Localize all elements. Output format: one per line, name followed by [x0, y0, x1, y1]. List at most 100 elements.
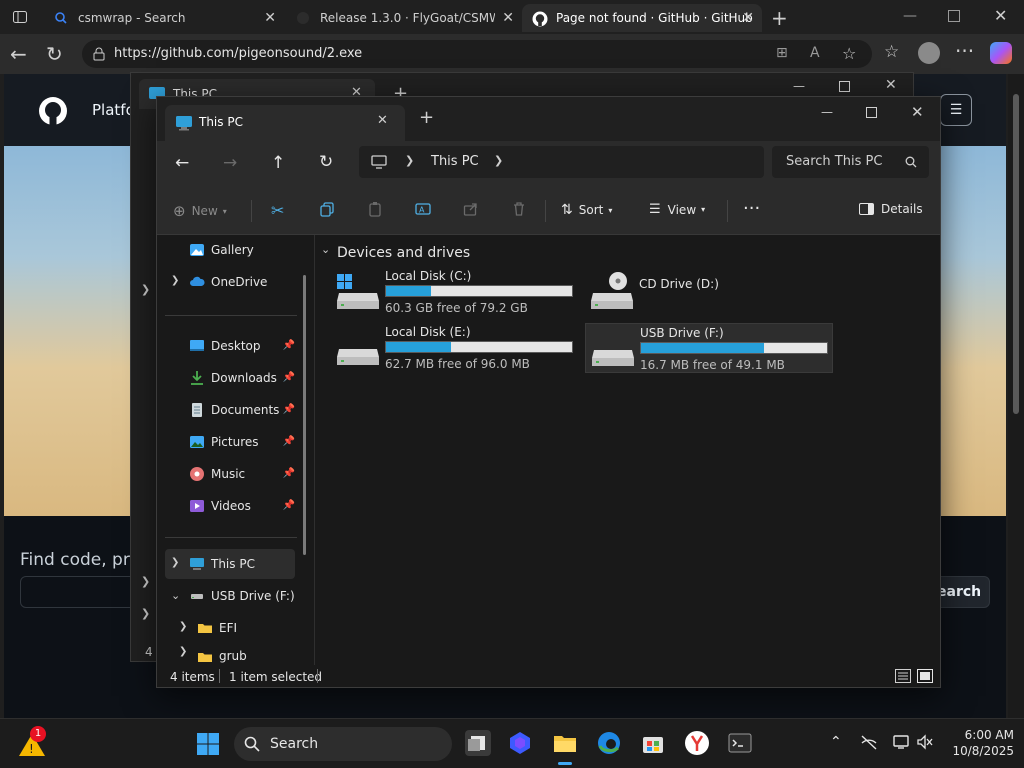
volume-muted-icon[interactable] [916, 734, 934, 750]
rename-icon[interactable]: A [415, 201, 431, 217]
sidebar-item-downloads[interactable]: Downloads 📌 [165, 363, 295, 393]
close-icon[interactable]: ✕ [742, 10, 754, 26]
task-view-icon[interactable] [465, 730, 491, 756]
paste-icon[interactable] [367, 201, 383, 217]
sidebar-item-grub[interactable]: ❯ grub [173, 645, 303, 665]
new-tab-icon[interactable]: + [419, 107, 434, 128]
file-explorer-icon[interactable] [552, 730, 578, 756]
weather-widget[interactable]: ! 1 [18, 726, 48, 758]
maximize-icon[interactable] [866, 107, 877, 118]
copy-icon[interactable] [319, 201, 335, 217]
view-button[interactable]: ☰ View ▾ [649, 202, 705, 217]
chevron-down-icon[interactable]: ⌄ [171, 589, 180, 602]
minimize-icon[interactable]: — [821, 105, 833, 119]
clock[interactable]: 6:00 AM 10/8/2025 [944, 727, 1014, 763]
sidebar-item-efi[interactable]: ❯ EFI [173, 613, 303, 643]
restore-icon[interactable] [948, 10, 960, 22]
forward-arrow-icon[interactable]: → [223, 153, 237, 173]
sidebar-item-documents[interactable]: Documents 📌 [165, 395, 295, 425]
address-bar[interactable]: https://github.com/pigeonsound/2.exe ⊞ A… [82, 40, 872, 68]
browser-tab-release[interactable]: Release 1.3.0 · FlyGoat/CSMWrap ✕ [286, 4, 522, 32]
chevron-right-icon[interactable]: ❯ [171, 557, 179, 568]
github-menu-icon[interactable]: ☰ [940, 94, 972, 126]
yandex-browser-icon[interactable] [684, 730, 710, 756]
chevron-right-icon[interactable]: ❯ [494, 154, 503, 167]
details-button[interactable]: Details [859, 202, 923, 216]
pin-icon[interactable]: 📌 [283, 500, 295, 511]
read-aloud-icon[interactable]: A [810, 45, 820, 61]
github-logo-icon[interactable] [38, 96, 68, 126]
maximize-icon[interactable] [839, 81, 850, 92]
favorites-bar-icon[interactable]: ☆ [884, 42, 899, 62]
pin-icon[interactable]: 📌 [283, 340, 295, 351]
chevron-right-icon[interactable]: ❯ [171, 275, 179, 286]
close-window-icon[interactable]: ✕ [994, 6, 1007, 25]
edge-browser-icon[interactable] [596, 730, 622, 756]
sidebar-item-onedrive[interactable]: ❯ OneDrive [165, 267, 295, 297]
expand-chevron-icon[interactable]: ❯ [141, 607, 150, 620]
sidebar-item-desktop[interactable]: Desktop 📌 [165, 331, 295, 361]
pin-icon[interactable]: 📌 [283, 404, 295, 415]
github-search-input[interactable] [20, 576, 140, 608]
breadcrumb-this-pc[interactable]: This PC [431, 154, 479, 169]
chevron-down-icon[interactable]: ⌄ [321, 243, 330, 256]
tray-overflow-chevron-icon[interactable]: ⌃ [830, 734, 842, 750]
scrollbar-thumb[interactable] [1013, 94, 1019, 414]
drive-c[interactable]: Local Disk (C:) 60.3 GB free of 79.2 GB [331, 267, 579, 317]
back-arrow-icon[interactable]: ← [175, 153, 189, 173]
drive-e[interactable]: Local Disk (E:) 62.7 MB free of 96.0 MB [331, 323, 579, 373]
expand-chevron-icon[interactable]: ❯ [141, 283, 150, 296]
minimize-icon[interactable]: — [903, 8, 917, 24]
sort-button[interactable]: ⇅ Sort ▾ [561, 202, 612, 218]
explorer-tab-this-pc[interactable]: This PC ✕ [165, 105, 405, 141]
close-icon[interactable]: ✕ [502, 10, 514, 26]
cut-icon[interactable]: ✂ [271, 201, 284, 220]
tiles-view-icon[interactable] [917, 669, 933, 683]
sidebar-item-usb-drive[interactable]: ⌄ USB Drive (F:) [165, 581, 295, 611]
more-options-icon[interactable]: ··· [743, 198, 760, 219]
refresh-icon[interactable]: ↻ [319, 152, 333, 172]
user-avatar[interactable] [918, 42, 940, 64]
apps-icon[interactable]: ⊞ [776, 45, 788, 61]
chevron-right-icon[interactable]: ❯ [179, 646, 187, 657]
drive-f[interactable]: USB Drive (F:) 16.7 MB free of 49.1 MB [585, 323, 833, 373]
browser-tab-github[interactable]: Page not found · GitHub · GitHub ✕ [522, 4, 762, 32]
page-scrollbar[interactable] [1008, 74, 1024, 718]
nav-scrollbar-thumb[interactable] [303, 275, 306, 555]
back-arrow-icon[interactable]: ← [10, 42, 27, 66]
delete-icon[interactable] [511, 201, 527, 217]
network-offline-icon[interactable] [860, 734, 878, 750]
copilot-icon[interactable] [990, 42, 1012, 64]
new-tab-icon[interactable]: + [771, 6, 788, 30]
new-button[interactable]: ⊕ New ▾ [173, 202, 227, 220]
drive-d[interactable]: CD Drive (D:) [585, 267, 833, 317]
pin-icon[interactable]: 📌 [283, 468, 295, 479]
sidebar-item-videos[interactable]: Videos 📌 [165, 491, 295, 521]
favorite-icon[interactable]: ☆ [842, 44, 856, 63]
chevron-right-icon[interactable]: ❯ [405, 154, 414, 167]
minimize-icon[interactable]: — [793, 79, 805, 93]
chevron-right-icon[interactable]: ❯ [179, 621, 187, 632]
pin-icon[interactable]: 📌 [283, 436, 295, 447]
sidebar-item-gallery[interactable]: Gallery [165, 235, 295, 265]
refresh-icon[interactable]: ↻ [46, 42, 63, 66]
taskbar-search[interactable]: Search [234, 727, 452, 761]
sidebar-item-this-pc[interactable]: ❯ This PC [165, 549, 295, 579]
details-view-icon[interactable] [895, 669, 911, 683]
close-icon[interactable]: ✕ [377, 113, 388, 128]
breadcrumb[interactable]: ❯ This PC ❯ [359, 146, 764, 178]
search-input[interactable]: Search This PC [772, 146, 929, 178]
store-icon[interactable] [640, 730, 666, 756]
site-info-icon[interactable] [92, 47, 106, 61]
sidebar-item-music[interactable]: Music 📌 [165, 459, 295, 489]
tab-actions-icon[interactable] [12, 9, 28, 25]
copilot-taskbar-icon[interactable] [507, 730, 533, 756]
pin-icon[interactable]: 📌 [283, 372, 295, 383]
close-icon[interactable]: ✕ [264, 10, 276, 26]
expand-chevron-icon[interactable]: ❯ [141, 575, 150, 588]
close-window-icon[interactable]: ✕ [885, 77, 897, 93]
up-arrow-icon[interactable]: ↑ [271, 153, 285, 173]
terminal-icon[interactable] [727, 730, 753, 756]
start-windows-icon[interactable] [196, 732, 220, 756]
close-window-icon[interactable]: ✕ [911, 103, 924, 121]
